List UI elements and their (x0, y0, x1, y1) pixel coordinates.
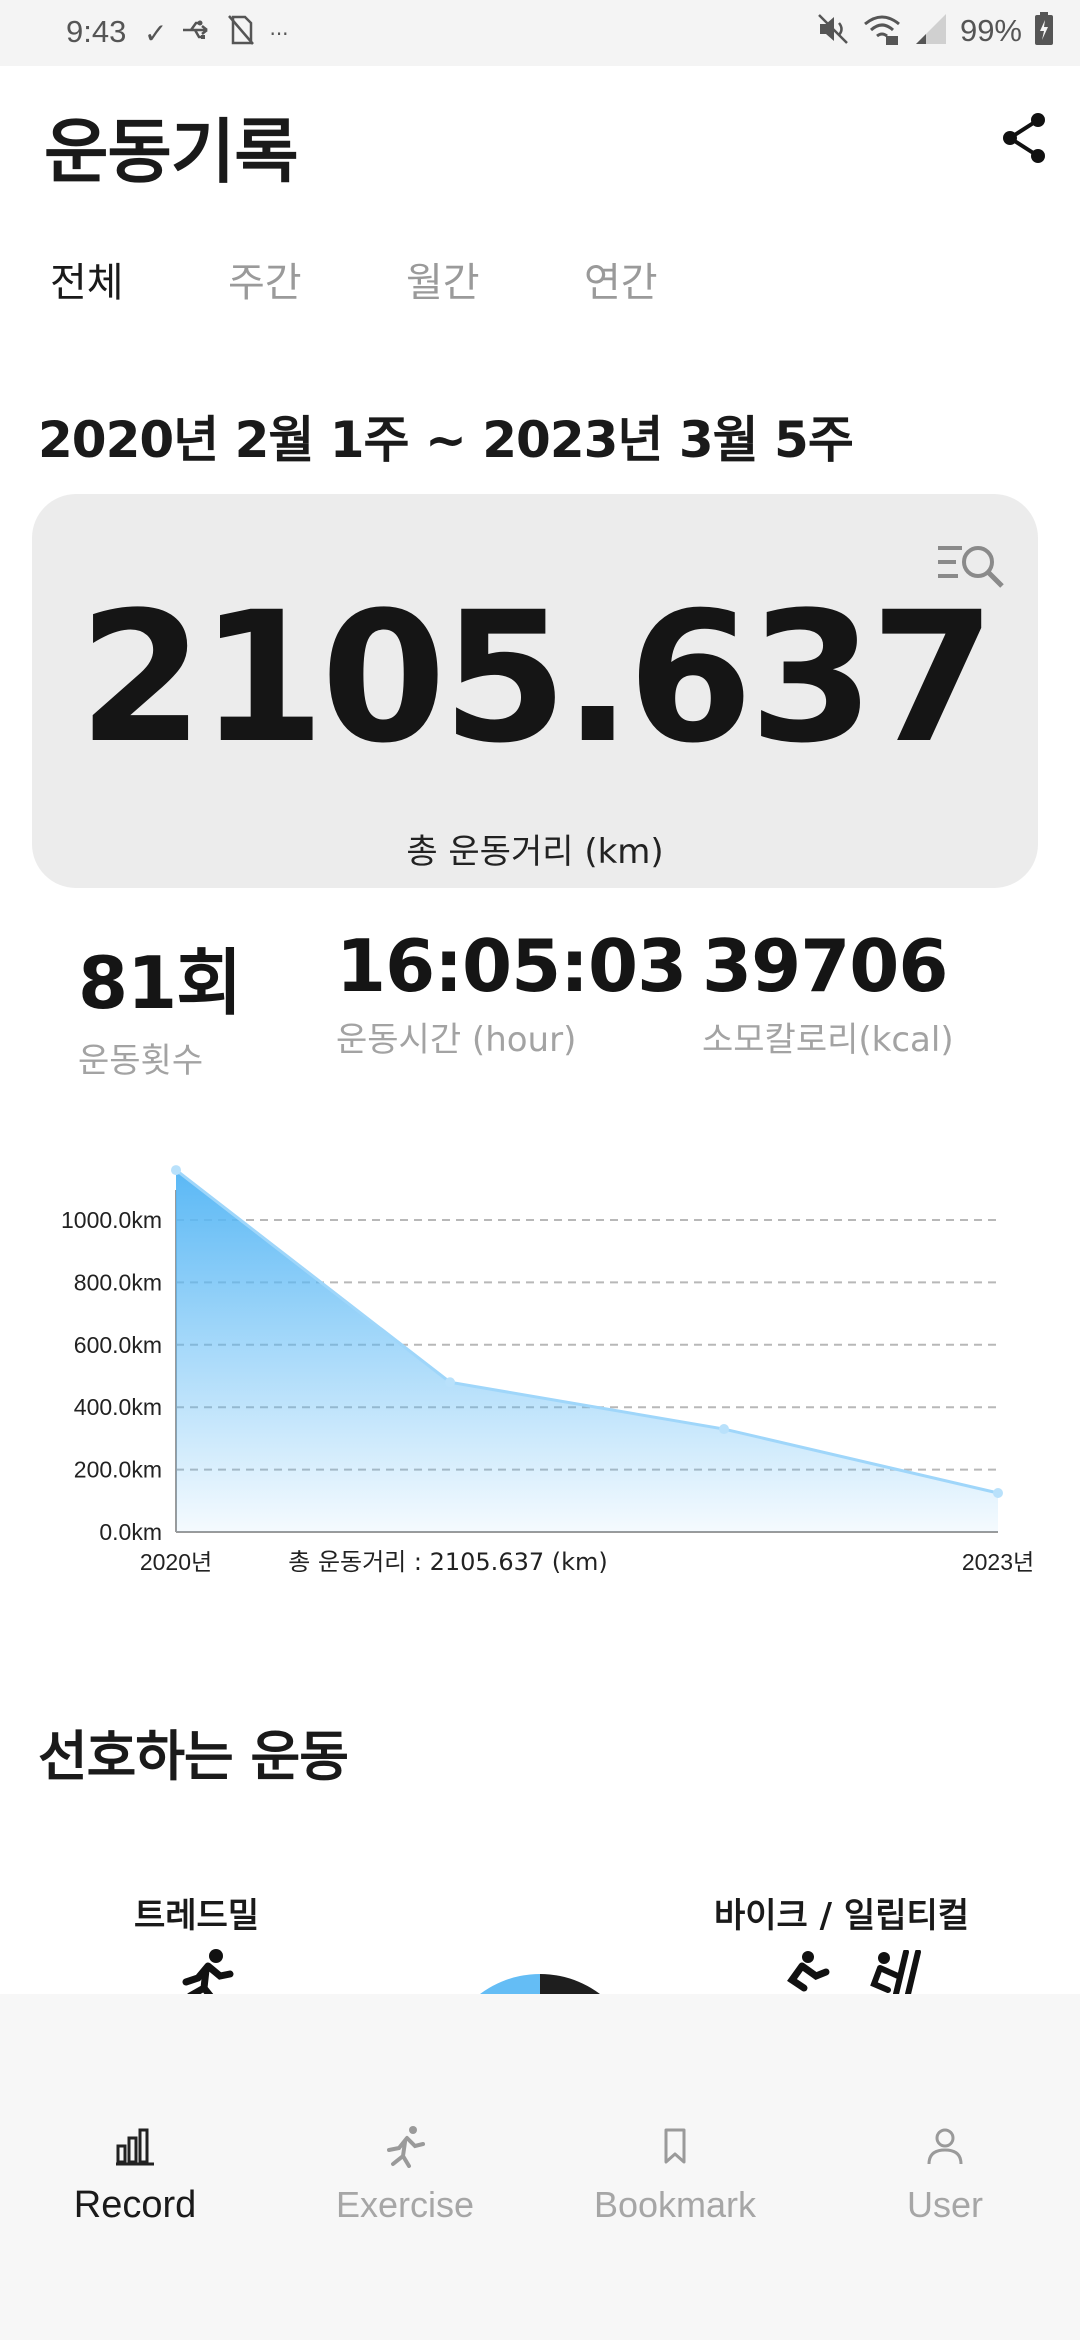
distance-chart-svg: 0.0km 200.0km 400.0km 600.0km 800.0km 1000.0k… (61, 1165, 1034, 1576)
usb-icon (181, 15, 213, 53)
chart-caption: 총 운동거리 : 2105.637 (km) (288, 1548, 608, 1576)
elliptical-icon (870, 1950, 921, 1994)
share-icon (1003, 113, 1045, 163)
total-distance-label: 총 운동거리 (km) (406, 832, 664, 872)
bar-chart-icon (116, 2128, 154, 2166)
status-bar: 9:43 ✓ ··· 99% (0, 0, 1080, 66)
stat-count-value: 81회 (78, 941, 242, 1025)
preferred-right-label: 바이크 / 일립티컬 (714, 1896, 970, 1936)
tab-monthly[interactable]: 월간 (406, 250, 584, 308)
y-tick-label: 600.0km (74, 1332, 162, 1358)
distance-chart: 0.0km 200.0km 400.0km 600.0km 800.0km 1000.0k… (0, 1140, 1080, 1600)
stat-time-label: 운동시간 (hour) (336, 1020, 577, 1060)
nav-bookmark[interactable]: Bookmark (540, 2124, 810, 2226)
page-title: 운동기록 (44, 111, 299, 193)
check-icon: ✓ (144, 17, 168, 50)
nav-user[interactable]: User (810, 2124, 1080, 2226)
mute-icon (816, 12, 850, 50)
period-tabs: 전체 주간 월간 연간 (50, 250, 762, 308)
tab-all[interactable]: 전체 (50, 250, 228, 308)
share-button[interactable] (994, 108, 1054, 168)
y-tick-label: 1000.0km (61, 1207, 162, 1233)
stat-count: 81회 운동횟수 (78, 924, 242, 1082)
running-icon (387, 2126, 425, 2168)
summary-card: 2105.637 총 운동거리 (km) (32, 494, 1038, 888)
status-left-icons: ✓ ··· (144, 14, 289, 54)
bike-icon (787, 1951, 830, 1992)
tab-yearly[interactable]: 연간 (584, 250, 762, 308)
nav-exercise[interactable]: Exercise (270, 2124, 540, 2226)
chart-data-point (719, 1424, 729, 1435)
more-icon: ··· (269, 22, 289, 46)
date-range: 2020년 2월 1주 ~ 2023년 3월 5주 (38, 411, 854, 469)
bookmark-icon (664, 2128, 686, 2164)
battery-icon (1034, 12, 1054, 50)
preferred-left-label: 트레드밀 (134, 1896, 260, 1936)
nav-bookmark-label: Bookmark (593, 2184, 757, 2225)
chart-data-point (445, 1377, 455, 1388)
signal-icon (914, 12, 948, 50)
preferred-exercise-title: 선호하는 운동 (38, 1725, 349, 1788)
chart-area-fill (176, 1170, 998, 1532)
chart-data-point (993, 1488, 1003, 1498)
nav-user-label: User (906, 2184, 983, 2225)
stat-calories-value: 39706 (702, 924, 948, 1008)
total-distance-value: 2105.637 (78, 574, 995, 783)
bottom-nav: Record Exercise Bookmark User (0, 1994, 1080, 2340)
no-sim-icon (227, 14, 255, 54)
tab-weekly[interactable]: 주간 (228, 250, 406, 308)
nav-record-label: Record (73, 2184, 197, 2226)
stat-calories: 39706 소모칼로리(kcal) (702, 924, 954, 1061)
x-tick-label: 2023년 (962, 1549, 1034, 1575)
user-icon (927, 2128, 963, 2165)
status-time: 9:43 (66, 14, 127, 49)
stat-time-value: 16:05:03 (336, 924, 687, 1008)
status-right: 99% (816, 12, 1054, 50)
wifi-lock-icon (862, 12, 902, 50)
y-tick-label: 200.0km (74, 1457, 162, 1483)
stat-count-label: 운동횟수 (78, 1041, 204, 1081)
nav-record[interactable]: Record (0, 2124, 270, 2227)
y-tick-label: 800.0km (74, 1269, 162, 1295)
stat-calories-label: 소모칼로리(kcal) (702, 1020, 954, 1060)
battery-percent: 99% (959, 13, 1022, 48)
y-tick-label: 0.0km (99, 1519, 162, 1545)
y-tick-label: 400.0km (74, 1394, 162, 1420)
nav-exercise-label: Exercise (335, 2184, 475, 2225)
chart-data-point (171, 1165, 181, 1176)
running-icon (182, 1949, 234, 1998)
x-tick-label: 2020년 (140, 1549, 212, 1575)
stat-time: 16:05:03 운동시간 (hour) (336, 924, 687, 1061)
